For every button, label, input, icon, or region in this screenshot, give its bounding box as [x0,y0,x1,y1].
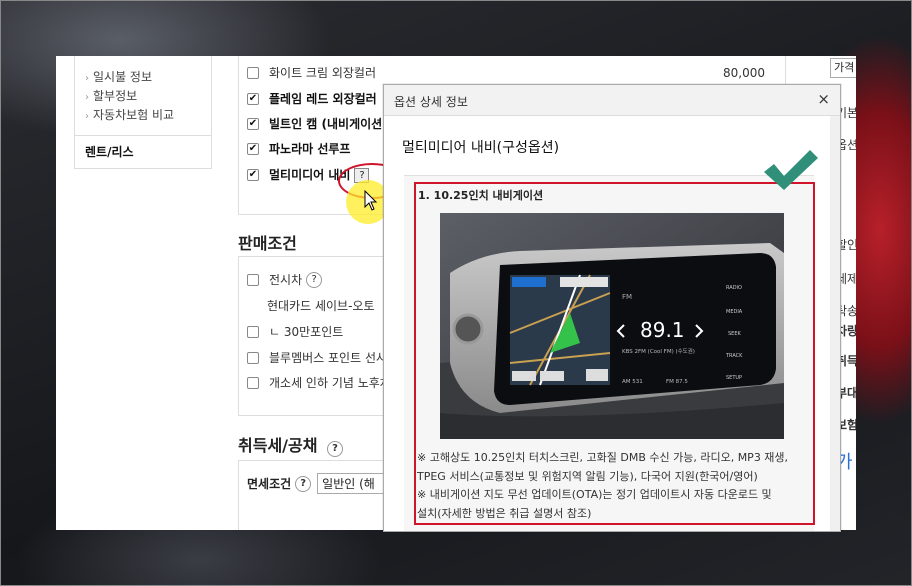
close-icon[interactable]: × [817,90,830,108]
option-row[interactable]: 화이트 크림 외장컬러 [247,63,376,83]
am-preset: AM 531 [622,379,643,385]
checkbox[interactable] [247,351,259,364]
option-row[interactable]: ✔ 파노라마 선루프 [247,139,350,159]
help-icon[interactable]: ? [306,271,323,288]
option-row[interactable]: ✔ 플레임 레드 외장컬러 [247,89,377,109]
navigation-photo: FM 89.1 KBS 2FM (Cool FM) (수도권) AM 531 F… [440,213,784,439]
fm-preset: FM 87.5 [666,379,688,385]
media-button: MEDIA [726,309,743,315]
sale-row[interactable]: 개소세 인하 기념 노후차 [247,374,391,391]
checkbox[interactable] [247,376,259,389]
sale-row[interactable]: 전시차? [247,271,323,288]
checkbox[interactable] [247,273,259,286]
tax-condition-select[interactable]: 일반인 (해 [317,473,388,494]
track-button: TRACK [725,353,743,359]
help-icon[interactable]: ? [295,475,312,492]
divider [75,135,211,136]
sidebar-item-installment[interactable]: › 할부정보 [85,87,211,106]
sidebar-item-rent-lease[interactable]: 렌트/리스 [85,143,134,160]
checkbox-checked[interactable]: ✔ [247,143,259,155]
sidebar-item-insurance[interactable]: › 자동차보험 비교 [85,106,211,125]
sale-row[interactable]: 블루멤버스 포인트 선사 [247,349,387,366]
help-icon[interactable]: ? [327,441,344,457]
checkbox-checked[interactable]: ✔ [247,93,259,105]
station-label: KBS 2FM (Cool FM) (수도권) [622,347,695,355]
sale-conditions: 전시차? 현대카드 세이브-오토 ㄴ 30만포인트 블루멤버스 포인트 선사 개… [238,256,391,416]
modal-scrollbar[interactable] [830,116,840,531]
modal-title: 멀티미디어 내비(구성옵션) [402,140,560,156]
setup-button: SETUP [726,375,742,381]
left-sidebar: › 일시불 정보 › 할부정보 › 자동차보험 비교 렌트/리스 [74,56,212,169]
frequency-label: 89.1 [640,318,685,342]
chevron-right-icon: › [85,111,89,122]
modal-header: 옵션 상세 정보 × [384,85,840,116]
seek-button: SEEK [728,331,741,337]
band-label: FM [622,293,632,301]
price-field[interactable]: 가격 [830,58,856,78]
section-title-sale: 판매조건 [238,234,297,253]
tax-condition-row: 면세조건? 일반인 (해 [247,473,388,494]
tax-section: 면세조건? 일반인 (해 [238,460,390,530]
feature-description: ※ 고해상도 10.25인치 터치스크린, 고화질 DMB 수신 가능, 라디오… [417,451,789,520]
checkbox-checked[interactable]: ✔ [247,169,259,181]
chevron-right-icon: › [85,73,89,84]
sale-row: 현대카드 세이브-오토 [267,299,375,313]
checkbox-checked[interactable]: ✔ [247,118,259,130]
modal-header-title: 옵션 상세 정보 [394,95,468,109]
radio-button: RADIO [726,285,742,291]
feature-title: 1. 10.25인치 내비게이션 [418,189,544,202]
option-row[interactable]: ✔ 빌트인 캠 (내비게이션 [247,114,382,134]
section-title-tax: 취득세/공채 ? [238,432,344,457]
sidebar-item-lumpsum[interactable]: › 일시불 정보 [85,68,211,87]
sale-row[interactable]: ㄴ 30만포인트 [247,323,343,340]
checkbox[interactable] [247,325,259,338]
checkbox[interactable] [247,67,259,79]
mouse-cursor-icon [364,190,378,211]
option-price: 80,000 [723,66,765,80]
chevron-right-icon: › [85,92,89,103]
check-mark-icon [764,150,818,190]
